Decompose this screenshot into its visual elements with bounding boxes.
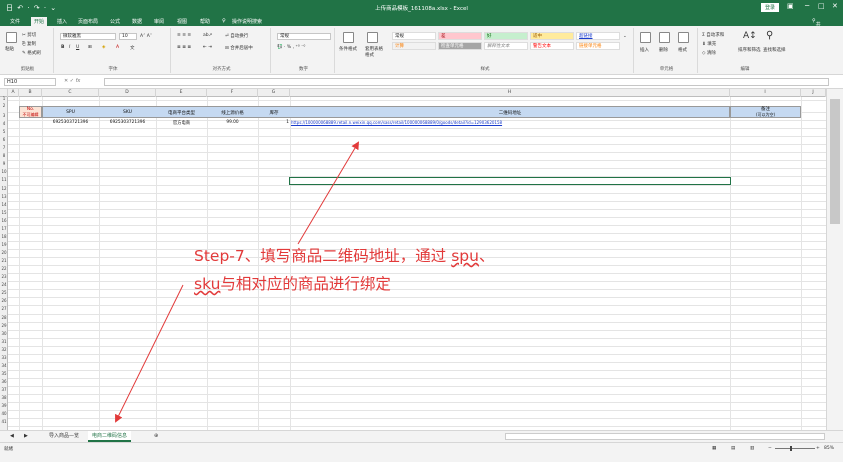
arrow-to-sheet-tab	[115, 284, 184, 423]
annotation-sku: sku	[194, 275, 221, 293]
annotation-prefix: Step-7、填写商品二维码地址，通过	[194, 247, 452, 265]
annotation-arrows	[115, 141, 360, 423]
arrow-to-qr-cell	[297, 141, 360, 245]
annotation-line-2: sku与相对应的商品进行绑定	[194, 275, 391, 293]
annotation-line-1: Step-7、填写商品二维码地址，通过 spu、	[194, 247, 494, 265]
annotation-spu: spu	[451, 247, 479, 265]
annotation-suffix: 与相对应的商品进行绑定	[220, 275, 391, 293]
annotation-sep: 、	[478, 247, 495, 265]
